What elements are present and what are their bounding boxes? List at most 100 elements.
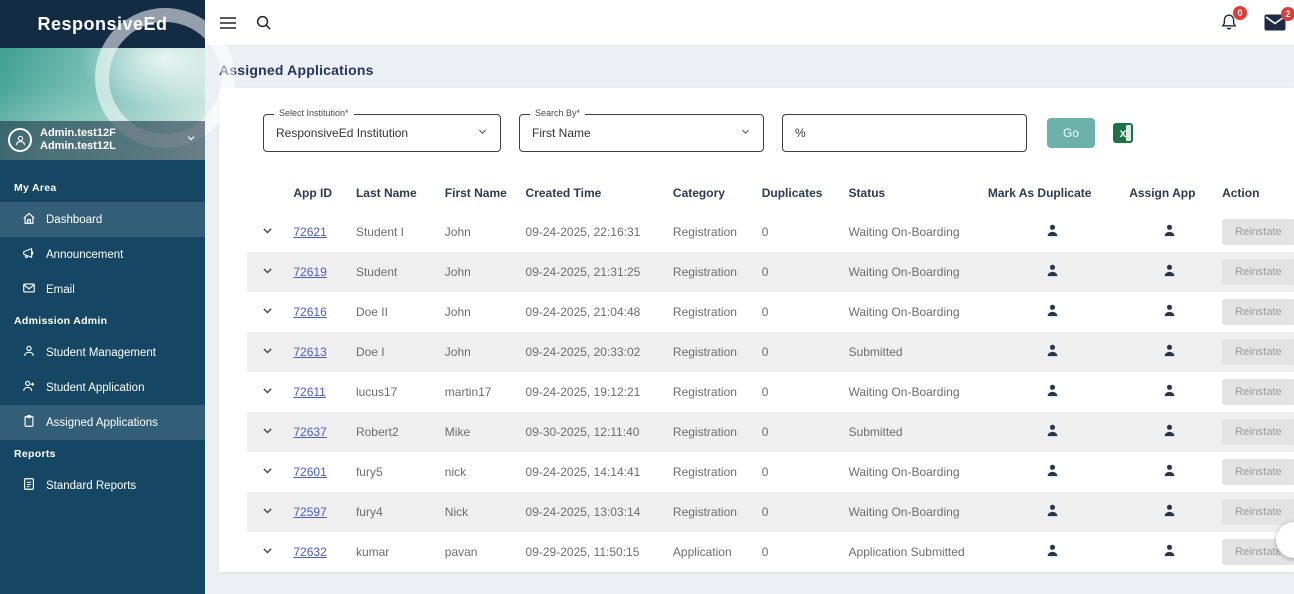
- reinstate-button[interactable]: Reinstate: [1222, 379, 1294, 405]
- search-value-field[interactable]: %: [782, 114, 1027, 152]
- chevron-down-icon: [740, 124, 751, 142]
- app-id-link[interactable]: 72601: [293, 465, 326, 479]
- mark-as-duplicate-person-icon[interactable]: [1045, 384, 1060, 401]
- assign-app-cell: [1123, 212, 1216, 252]
- section-label-my-area: My Area: [14, 182, 57, 194]
- reinstate-button[interactable]: Reinstate: [1222, 459, 1294, 485]
- category-cell: Registration: [672, 225, 737, 239]
- status-cell: Waiting On-Boarding: [848, 225, 960, 239]
- search-by-select[interactable]: Search By* First Name: [519, 108, 764, 152]
- row-expand-chevron-down-icon[interactable]: [247, 412, 288, 452]
- app-id-link[interactable]: 72613: [293, 345, 326, 359]
- mark-as-duplicate-person-icon[interactable]: [1045, 304, 1060, 321]
- assign-app-person-icon[interactable]: [1162, 344, 1177, 361]
- content-area: Assigned Applications Select Institution…: [205, 46, 1294, 594]
- app-window: ResponsiveEd Admin.test12F Admin.test12L…: [0, 0, 1294, 594]
- duplicates-cell: 0: [761, 305, 769, 319]
- row-expand-chevron-down-icon[interactable]: [247, 292, 287, 332]
- assign-app-cell: [1123, 332, 1217, 372]
- assign-app-person-icon[interactable]: [1162, 384, 1177, 401]
- row-expand-chevron-down-icon[interactable]: [247, 532, 287, 572]
- table-row: 72632 kumar pavan 09-29-2025, 11:50:15 A…: [247, 532, 1294, 572]
- duplicates-cell: 0: [755, 492, 843, 532]
- duplicates-cell: 0: [755, 412, 843, 452]
- mark-as-duplicate-person-icon[interactable]: [1045, 424, 1060, 441]
- reinstate-button[interactable]: Reinstate: [1222, 219, 1294, 245]
- applications-table: App ID Last Name First Name Created Time…: [247, 174, 1294, 572]
- row-expand-chevron-down-icon[interactable]: [247, 332, 288, 372]
- sidebar-item-student-application[interactable]: Student Application: [0, 370, 205, 405]
- reinstate-button[interactable]: Reinstate: [1222, 339, 1294, 365]
- reinstate-button[interactable]: Reinstate: [1222, 499, 1294, 525]
- last-name-cell: Student I: [355, 225, 404, 239]
- mark-as-duplicate-cell: [982, 372, 1123, 412]
- reinstate-button[interactable]: Reinstate: [1222, 299, 1294, 325]
- app-id-link[interactable]: 72621: [293, 225, 326, 239]
- column-header-first-name: First Name: [444, 186, 507, 200]
- go-button[interactable]: Go: [1047, 118, 1095, 148]
- notifications-bell-icon[interactable]: 0: [1220, 6, 1247, 32]
- action-cell: Reinstate: [1216, 252, 1294, 292]
- search-icon[interactable]: [255, 14, 272, 31]
- row-expand-chevron-down-icon[interactable]: [247, 452, 287, 492]
- search-by-select-label: Search By*: [530, 108, 586, 118]
- row-expand-chevron-down-icon[interactable]: [247, 252, 288, 292]
- sidebar-item-assigned-applications[interactable]: Assigned Applications: [0, 405, 205, 440]
- app-id-link[interactable]: 72597: [293, 505, 326, 519]
- created-time-cell: 09-24-2025, 14:14:41: [525, 465, 641, 479]
- table-row: 72616 Doe II John 09-24-2025, 21:04:48 R…: [247, 292, 1294, 332]
- app-id-link[interactable]: 72611: [293, 385, 325, 399]
- assign-app-person-icon[interactable]: [1162, 264, 1177, 281]
- row-expand-chevron-down-icon[interactable]: [247, 372, 287, 412]
- user-menu[interactable]: Admin.test12F Admin.test12L: [0, 120, 205, 160]
- table-row: 72611 lucus17 martin17 09-24-2025, 19:12…: [247, 372, 1294, 412]
- row-expand-chevron-down-icon[interactable]: [247, 212, 287, 252]
- row-expand-chevron-down-icon[interactable]: [247, 492, 288, 532]
- sidebar-item-student-management[interactable]: Student Management: [0, 335, 205, 370]
- mark-as-duplicate-cell: [982, 212, 1123, 252]
- mark-as-duplicate-person-icon[interactable]: [1045, 224, 1060, 241]
- reinstate-button[interactable]: Reinstate: [1222, 419, 1294, 445]
- category-cell: Registration: [666, 492, 756, 532]
- mark-as-duplicate-person-icon[interactable]: [1045, 544, 1060, 561]
- mark-as-duplicate-person-icon[interactable]: [1045, 344, 1060, 361]
- sidebar-item-announcement[interactable]: Announcement: [0, 237, 205, 272]
- assign-app-cell: [1123, 412, 1217, 452]
- applications-card: Select Institution* ResponsiveEd Institu…: [219, 88, 1294, 572]
- first-name-cell: pavan: [444, 545, 478, 559]
- search-by-select-value: First Name: [532, 126, 591, 140]
- excel-export-icon[interactable]: x: [1113, 123, 1133, 143]
- mark-as-duplicate-cell: [981, 412, 1124, 452]
- table-row: 72613 Doe I John 09-24-2025, 20:33:02 Re…: [247, 332, 1294, 372]
- app-id-link[interactable]: 72616: [293, 305, 326, 319]
- last-name-cell: fury4: [349, 492, 439, 532]
- sidebar-item-dashboard[interactable]: Dashboard: [0, 202, 205, 237]
- assign-app-person-icon[interactable]: [1162, 224, 1177, 241]
- sidebar-item-email[interactable]: Email: [0, 272, 205, 307]
- institution-select[interactable]: Select Institution* ResponsiveEd Institu…: [263, 108, 501, 152]
- assign-app-person-icon[interactable]: [1162, 424, 1177, 441]
- app-id-link[interactable]: 72637: [293, 425, 326, 439]
- app-id-link[interactable]: 72632: [293, 545, 326, 559]
- category-cell: Registration: [672, 305, 737, 319]
- mark-as-duplicate-person-icon[interactable]: [1045, 504, 1060, 521]
- assign-app-person-icon[interactable]: [1162, 504, 1177, 521]
- app-id-link[interactable]: 72619: [293, 265, 326, 279]
- assign-app-person-icon[interactable]: [1162, 544, 1177, 561]
- mark-as-duplicate-person-icon[interactable]: [1045, 464, 1060, 481]
- first-name-cell: Mike: [438, 412, 520, 452]
- search-value-input[interactable]: %: [795, 126, 1014, 140]
- reinstate-button[interactable]: Reinstate: [1222, 259, 1294, 285]
- sidebar-item-standard-reports[interactable]: Standard Reports: [0, 468, 205, 503]
- assign-app-person-icon[interactable]: [1162, 464, 1177, 481]
- created-time-cell: 09-30-2025, 12:11:40: [519, 412, 667, 452]
- mail-icon[interactable]: 2: [1264, 7, 1294, 31]
- assign-app-person-icon[interactable]: [1162, 304, 1177, 321]
- assign-app-cell: [1123, 492, 1217, 532]
- created-time-cell: 09-24-2025, 21:04:48: [525, 305, 641, 319]
- email-icon: [22, 281, 36, 298]
- mark-as-duplicate-person-icon[interactable]: [1045, 264, 1060, 281]
- created-time-cell: 09-24-2025, 21:31:25: [519, 252, 667, 292]
- user-chevron-down-icon[interactable]: [185, 131, 197, 149]
- hamburger-menu-icon[interactable]: [219, 16, 237, 30]
